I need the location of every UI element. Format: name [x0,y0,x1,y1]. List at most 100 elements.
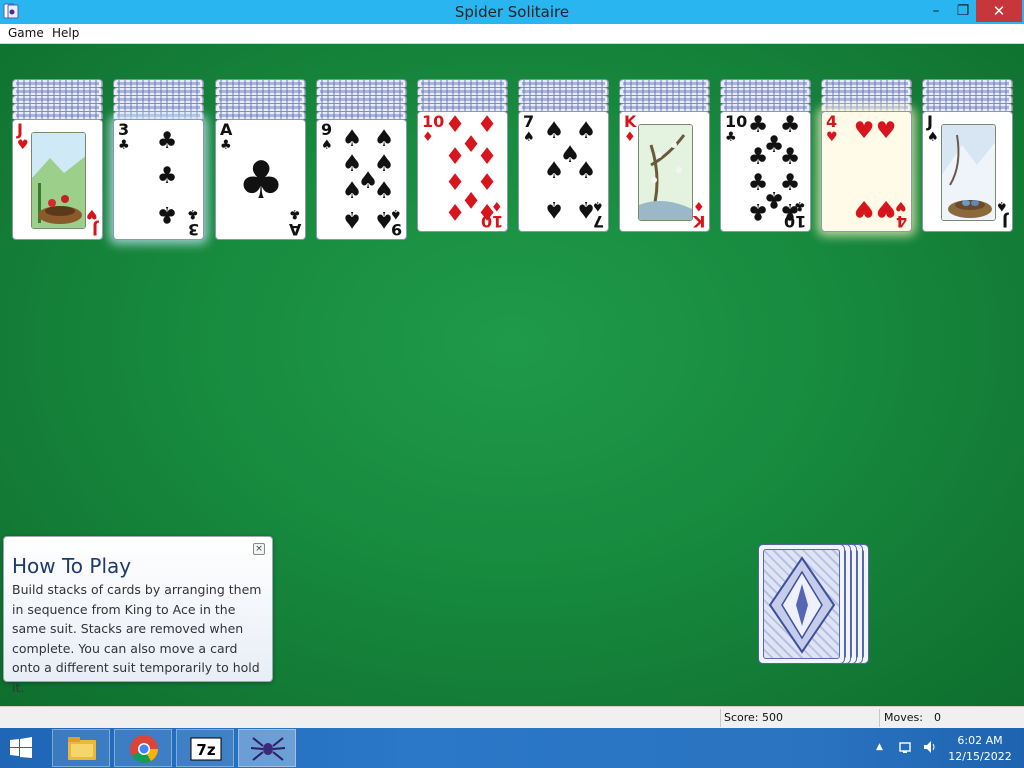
chrome-icon[interactable] [114,729,172,767]
card-suit: ♠ [523,130,535,145]
moves-value: 0 [934,711,941,724]
card-pip: ♣ [747,198,769,224]
card-pip: ♦ [444,198,466,224]
card-rank: J [1002,212,1008,231]
face-down-card [12,79,103,87]
face-down-card [417,87,508,95]
card-pip: ♠ [373,126,395,152]
face-down-card [518,79,609,87]
playing-card[interactable]: 4 ♥ 4 ♥ ♥ ♥ ♥ ♥ [821,111,912,232]
playing-card[interactable]: 7 ♠ 7 ♠ ♠ ♠ ♠ ♠ ♠ ♠ ♠ [518,111,609,232]
card-pip: ♠ [373,178,395,204]
face-down-card [720,87,811,95]
volume-icon[interactable] [922,739,938,755]
card-pip: ♥ [875,195,897,221]
card-rank: 3 [118,120,130,139]
face-card-artwork [638,124,693,221]
face-down-card [316,79,407,87]
face-down-card [619,87,710,95]
menu-game[interactable]: Game [8,26,44,40]
clock-date[interactable]: 12/15/2022 [945,750,1015,763]
card-pip: ♥ [853,195,875,221]
start-icon[interactable] [6,736,36,760]
card-pip: ♠ [575,158,597,184]
face-down-card [518,103,609,111]
face-down-card [922,103,1013,111]
playing-card[interactable]: K ♦ K ♦ [619,111,710,232]
menu-bar: Game Help [0,24,1024,44]
card-suit: ♥ [17,138,29,153]
face-card-artwork [941,124,996,221]
title-bar: Spider Solitaire – ❐ ✕ [0,0,1024,24]
card-suit: ♠ [996,198,1008,213]
playing-card[interactable]: 3 ♣ 3 ♣ ♣ ♣ ♣ [113,119,204,240]
svg-text:7z: 7z [196,741,215,759]
maximize-button[interactable]: ❐ [950,0,976,22]
playing-card[interactable]: 9 ♠ 9 ♠ ♠ ♠ ♠ ♠ ♠ ♠ ♠ ♠ ♠ [316,119,407,240]
playing-card[interactable]: 10 ♦ 10 ♦ ♦ ♦ ♦ ♦ ♦ ♦ ♦ ♦ ♦ ♦ [417,111,508,232]
card-suit: ♣ [118,138,130,153]
face-down-card [316,103,407,111]
moves-label: Moves: [884,711,923,724]
face-down-card [215,87,306,95]
network-icon[interactable] [898,739,914,755]
card-pip: ♣ [237,151,285,211]
playing-card[interactable]: 10 ♣ 10 ♣ ♣ ♣ ♣ ♣ ♣ ♣ ♣ ♣ ♣ ♣ [720,111,811,232]
card-suit: ♣ [725,130,737,145]
card-pip: ♠ [341,126,363,152]
face-down-card [417,95,508,103]
clock-time[interactable]: 6:02 AM [945,734,1015,747]
tray-expand-icon[interactable]: ▲ [876,742,883,752]
card-rank: 9 [321,120,333,139]
playing-card[interactable]: J ♥ J ♥ [12,119,103,240]
face-down-card [720,95,811,103]
face-down-card [619,95,710,103]
help-body: Build stacks of cards by arranging them … [12,582,262,695]
card-suit: ♠ [927,130,939,145]
face-down-card [113,87,204,95]
card-rank: K [692,212,705,231]
status-divider [720,709,721,727]
status-bar: Score: 500 Moves: 0 [0,706,1024,728]
card-rank: A [220,120,233,139]
playing-card[interactable]: A ♣ A ♣ ♣ [215,119,306,240]
face-down-card [417,79,508,87]
playing-card[interactable]: J ♠ J ♠ [922,111,1013,232]
card-rank: 10 [725,112,748,131]
face-down-card [922,95,1013,103]
taskbar: 7z ▲ 6:02 AM 12/15/2022 [0,728,1024,768]
7zip-icon[interactable]: 7z [176,729,234,767]
card-rank: J [17,120,23,139]
card-rank: K [624,112,637,131]
face-down-card [113,111,204,119]
face-down-card [821,87,912,95]
card-pip: ♠ [543,158,565,184]
card-pip: ♦ [476,144,498,170]
stock-card-top[interactable] [758,544,845,664]
face-down-card [113,79,204,87]
card-pip: ♣ [747,144,769,170]
card-back-pattern [768,556,836,654]
face-down-card [12,103,103,111]
face-down-card [113,103,204,111]
minimize-button[interactable]: – [922,0,950,22]
face-down-card [12,95,103,103]
face-down-card [518,87,609,95]
close-icon[interactable]: × [253,543,265,555]
card-pip: ♠ [575,196,597,222]
card-pip: ♠ [543,118,565,144]
how-to-play-panel: × How To Play Build stacks of cards by a… [3,536,273,695]
file-explorer-icon[interactable] [52,729,110,767]
face-down-card [619,103,710,111]
card-rank: A [288,220,301,239]
menu-help[interactable]: Help [52,26,79,40]
close-button[interactable]: ✕ [976,0,1022,22]
face-down-card [821,79,912,87]
face-down-card [417,103,508,111]
spider-solitaire-icon[interactable] [238,729,296,767]
card-suit: ♠ [321,138,333,153]
card-pip: ♣ [156,201,178,227]
face-down-card [922,87,1013,95]
card-suit: ♣ [289,206,301,221]
window-title: Spider Solitaire [454,3,570,21]
